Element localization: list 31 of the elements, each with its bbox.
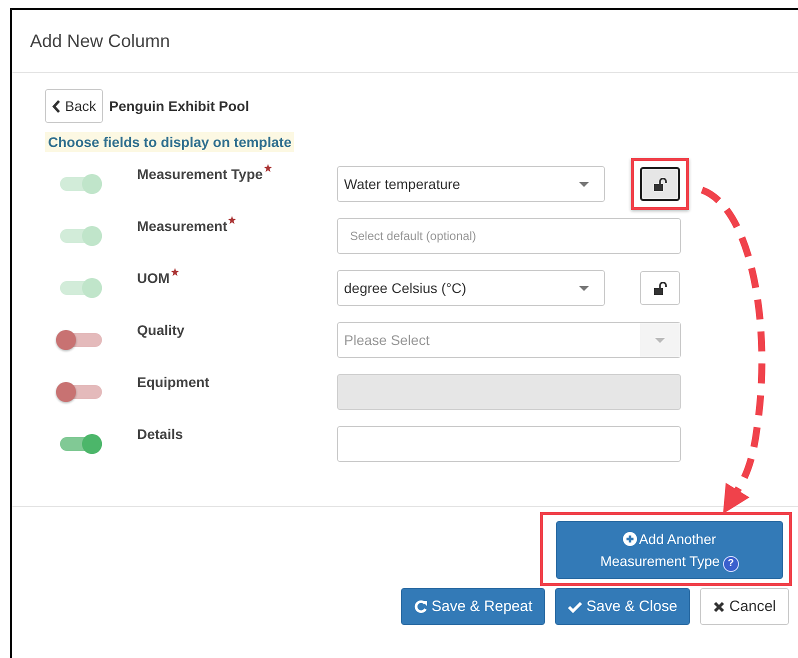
- lock-button[interactable]: [640, 167, 680, 201]
- action-button[interactable]: Save & Repeat: [400, 588, 546, 625]
- caret-icon: [579, 286, 589, 290]
- action-button[interactable]: Cancel: [700, 588, 789, 625]
- unlocked-padlock-icon: [654, 178, 666, 190]
- field-label: Measurement Type: [137, 166, 263, 182]
- caret-icon: [655, 338, 665, 342]
- plus-circle-icon: [622, 532, 637, 546]
- toggle-switch[interactable]: [60, 437, 102, 451]
- back-button[interactable]: Back: [45, 89, 104, 123]
- field-label: Measurement: [137, 218, 228, 234]
- field-label: Equipment: [137, 374, 210, 390]
- section-label: Choose fields to display on template: [45, 132, 294, 152]
- close-icon: [713, 600, 726, 612]
- chevron-left-icon: [52, 100, 61, 112]
- input-field[interactable]: Select default (optional): [337, 218, 681, 254]
- location-name: Penguin Exhibit Pool: [109, 98, 250, 114]
- checkmark-icon: [568, 600, 582, 614]
- dropdown-field[interactable]: Water temperature: [337, 166, 605, 202]
- action-button[interactable]: Save & Close: [555, 588, 690, 625]
- field-label: UOM: [137, 270, 170, 286]
- dropdown-field[interactable]: degree Celsius (°C): [337, 270, 605, 306]
- input-field[interactable]: [337, 426, 681, 462]
- caret-icon: [579, 182, 589, 186]
- dialog-title: Add New Column: [30, 30, 170, 52]
- unlocked-padlock-icon: [654, 282, 666, 294]
- field-label: Quality: [137, 322, 184, 338]
- field-label: Details: [137, 426, 183, 442]
- add-measurement-button[interactable]: Add Another Measurement Type ?: [556, 521, 783, 579]
- refresh-icon: [414, 600, 428, 614]
- help-icon[interactable]: ?: [722, 556, 739, 572]
